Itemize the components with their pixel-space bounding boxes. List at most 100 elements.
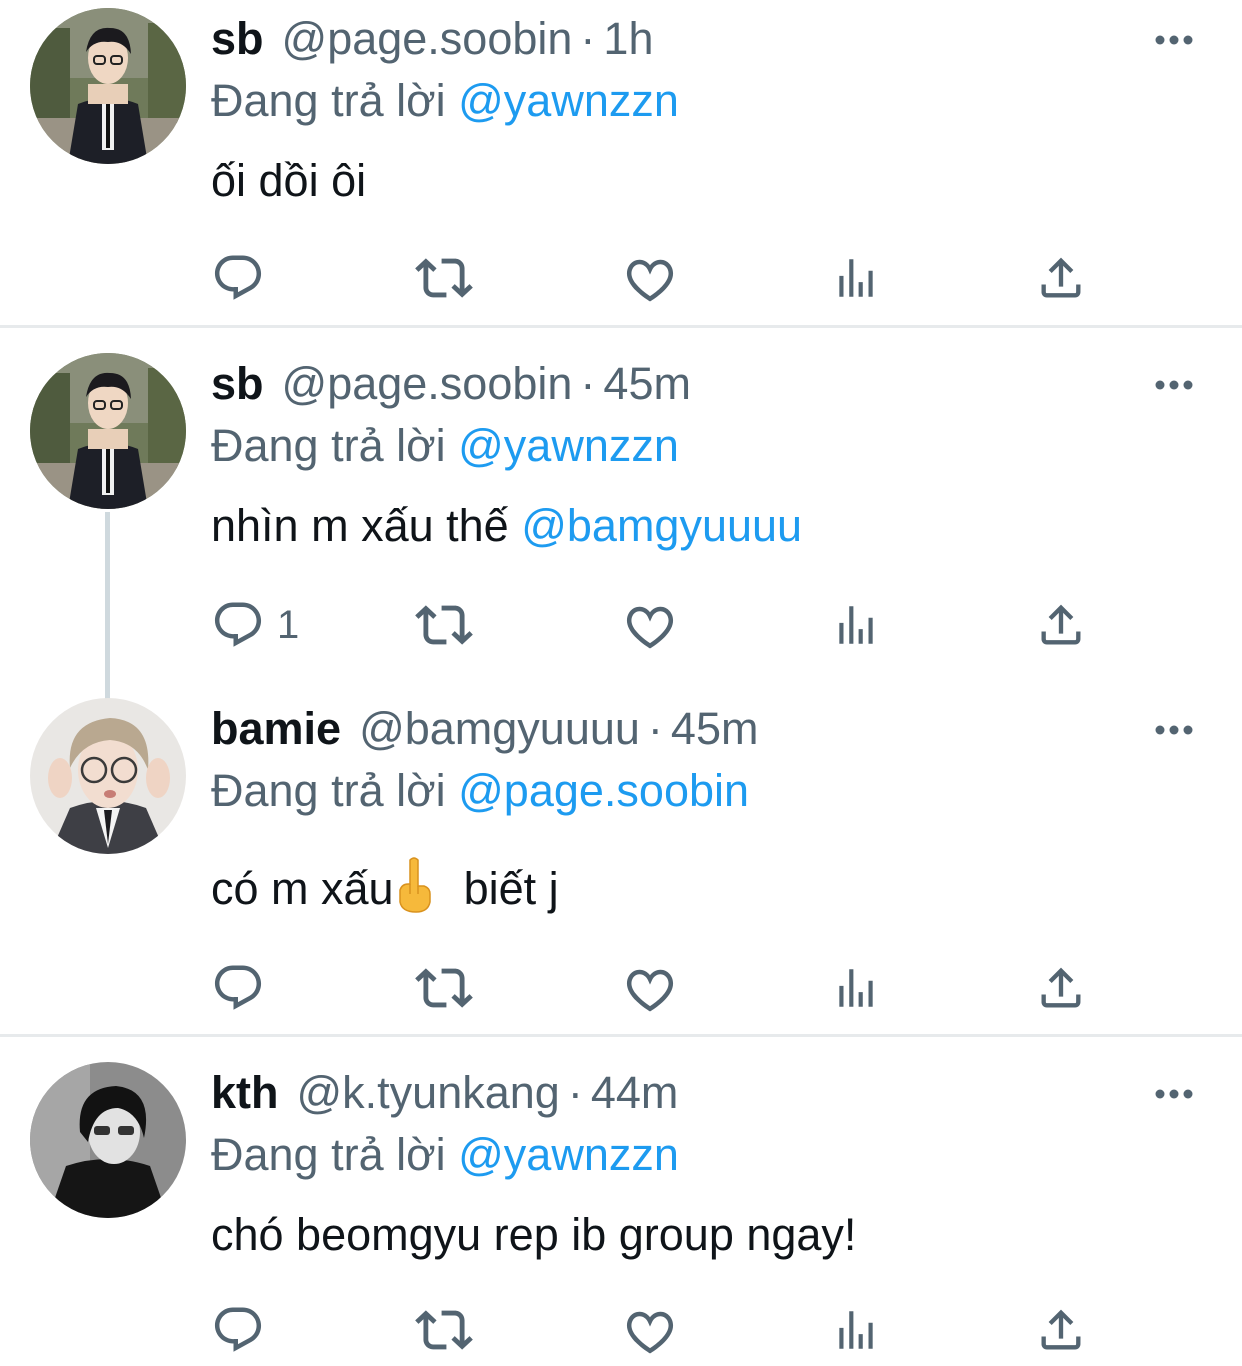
like-button[interactable] <box>623 595 677 655</box>
user-handle[interactable]: @page.soobin <box>282 13 573 64</box>
replying-prefix: Đang trả lời <box>211 75 446 126</box>
share-icon <box>1035 599 1087 651</box>
retweet-icon <box>415 249 473 307</box>
replying-to: Đang trả lời @yawnzzn <box>211 70 1212 132</box>
tweet-header: kth @k.tyunkang · 44m <box>211 1062 1212 1124</box>
views-button[interactable] <box>831 595 881 655</box>
tweet-text: nhìn m xấu thế @bamgyuuuu <box>211 495 1212 557</box>
more-options-icon[interactable] <box>1154 720 1194 740</box>
user-handle[interactable]: @bamgyuuuu <box>359 703 640 754</box>
retweet-button[interactable] <box>415 1300 473 1360</box>
avatar[interactable] <box>30 698 186 854</box>
timestamp[interactable]: 1h <box>603 13 653 64</box>
more-options-icon[interactable] <box>1154 30 1194 50</box>
replying-to: Đang trả lời @page.soobin <box>211 760 1212 822</box>
avatar-image <box>30 353 186 509</box>
share-icon <box>1035 252 1087 304</box>
retweet-icon <box>415 1301 473 1359</box>
share-button[interactable] <box>1035 595 1087 655</box>
reply-button[interactable] <box>211 248 265 308</box>
tweet-text: chó beomgyu rep ib group ngay! <box>211 1204 1212 1266</box>
tweet[interactable]: kth @k.tyunkang · 44m Đang trả lời @yawnzzn… <box>0 1054 1242 1366</box>
tweet-text-content: nhìn m xấu thế <box>211 500 509 551</box>
share-button[interactable] <box>1035 248 1087 308</box>
avatar[interactable] <box>30 1062 186 1218</box>
tweet-text-content: có m xấu <box>211 863 394 914</box>
share-icon <box>1035 962 1087 1014</box>
separator: · <box>647 703 663 754</box>
retweet-button[interactable] <box>415 595 473 655</box>
action-bar: 1 <box>211 595 1111 655</box>
separator: · <box>580 13 596 64</box>
action-bar <box>211 1300 1111 1360</box>
replying-to-link[interactable]: @yawnzzn <box>458 420 679 471</box>
share-button[interactable] <box>1035 958 1087 1018</box>
replying-to-link[interactable]: @yawnzzn <box>458 75 679 126</box>
mention-link[interactable]: @bamgyuuuu <box>521 500 802 551</box>
avatar-image <box>30 8 186 164</box>
reply-icon <box>211 961 265 1015</box>
tweet-text-content: ối dồi ôi <box>211 155 367 206</box>
views-button[interactable] <box>831 248 881 308</box>
views-icon <box>831 600 881 650</box>
like-icon <box>623 1303 677 1357</box>
tweet-header: sb @page.soobin · 45m <box>211 353 1212 415</box>
reply-icon <box>211 1303 265 1357</box>
timestamp[interactable]: 45m <box>671 703 759 754</box>
user-handle[interactable]: @k.tyunkang <box>297 1067 560 1118</box>
retweet-button[interactable] <box>415 248 473 308</box>
more-options-icon[interactable] <box>1154 375 1194 395</box>
avatar[interactable] <box>30 8 186 164</box>
avatar[interactable] <box>30 353 186 509</box>
avatar-image <box>30 1062 186 1218</box>
divider <box>0 1034 1242 1037</box>
like-button[interactable] <box>623 248 677 308</box>
replying-to: Đang trả lời @yawnzzn <box>211 415 1212 477</box>
tweet-header: bamie @bamgyuuuu · 45m <box>211 698 1212 760</box>
timestamp[interactable]: 44m <box>591 1067 679 1118</box>
replying-prefix: Đang trả lời <box>211 420 446 471</box>
retweet-icon <box>415 596 473 654</box>
divider <box>0 325 1242 328</box>
tweet[interactable]: sb @page.soobin · 1h Đang trả lời @yawnzzn … <box>0 0 1242 326</box>
like-button[interactable] <box>623 1300 677 1360</box>
views-icon <box>831 963 881 1013</box>
separator: · <box>567 1067 583 1118</box>
like-icon <box>623 598 677 652</box>
display-name[interactable]: bamie <box>211 703 341 754</box>
tweet[interactable]: sb @page.soobin · 45m Đang trả lời @yawnzzn… <box>0 345 1242 675</box>
reply-button[interactable] <box>211 958 265 1018</box>
display-name[interactable]: kth <box>211 1067 279 1118</box>
tweet-text: có m xấu biết j <box>211 856 1212 920</box>
like-button[interactable] <box>623 958 677 1018</box>
like-icon <box>623 251 677 305</box>
retweet-button[interactable] <box>415 958 473 1018</box>
tweet-text-content-end: biết j <box>463 863 559 914</box>
views-button[interactable] <box>831 1300 881 1360</box>
reply-button[interactable]: 1 <box>211 595 299 655</box>
timestamp[interactable]: 45m <box>603 358 691 409</box>
user-handle[interactable]: @page.soobin <box>282 358 573 409</box>
views-button[interactable] <box>831 958 881 1018</box>
replying-to-link[interactable]: @page.soobin <box>458 765 749 816</box>
reply-icon <box>211 251 265 305</box>
share-button[interactable] <box>1035 1300 1087 1360</box>
tweet-text: ối dồi ôi <box>211 150 1212 212</box>
reply-count: 1 <box>277 602 300 647</box>
replying-prefix: Đang trả lời <box>211 1129 446 1180</box>
tweet[interactable]: bamie @bamgyuuuu · 45m Đang trả lời @page.s… <box>0 690 1242 1035</box>
more-options-icon[interactable] <box>1154 1084 1194 1104</box>
action-bar <box>211 958 1111 1018</box>
retweet-icon <box>415 959 473 1017</box>
views-icon <box>831 253 881 303</box>
display-name[interactable]: sb <box>211 358 264 409</box>
separator: · <box>580 358 596 409</box>
replying-prefix: Đang trả lời <box>211 765 446 816</box>
avatar-image <box>30 698 186 854</box>
replying-to-link[interactable]: @yawnzzn <box>458 1129 679 1180</box>
reply-button[interactable] <box>211 1300 265 1360</box>
reply-icon <box>211 598 265 652</box>
tweet-text-content: chó beomgyu rep ib group ngay! <box>211 1209 857 1260</box>
display-name[interactable]: sb <box>211 13 264 64</box>
tweet-header: sb @page.soobin · 1h <box>211 8 1212 70</box>
